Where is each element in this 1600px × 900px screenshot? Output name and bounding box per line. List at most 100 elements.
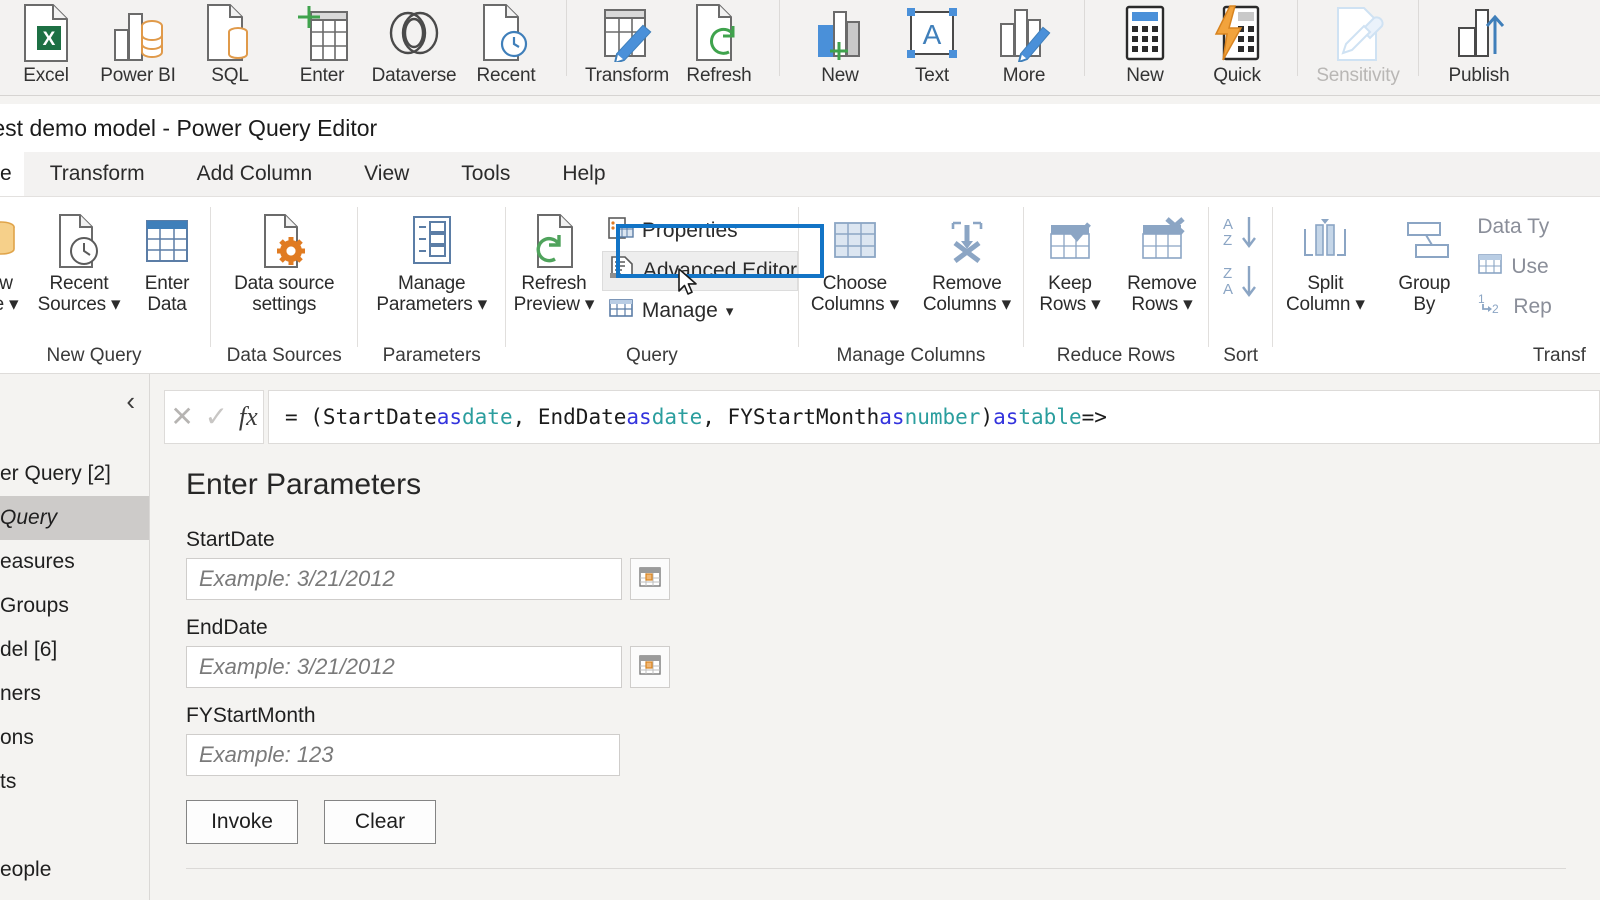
enter-data-grid-icon: [141, 209, 193, 273]
host-button-sensitivity[interactable]: Sensitivity: [1312, 0, 1404, 92]
queries-item-people[interactable]: eople: [0, 848, 149, 892]
ribbon-row-properties[interactable]: Properties: [602, 211, 798, 251]
ribbon-button-new-source[interactable]: we ▾: [0, 203, 34, 316]
ribbon-button-data-source-settings[interactable]: Data source settings: [214, 203, 354, 316]
ribbon-button-recent-sources[interactable]: Recent Sources ▾: [34, 203, 124, 316]
host-button-refresh[interactable]: Refresh: [673, 0, 765, 92]
host-button-new-visual[interactable]: New: [794, 0, 886, 92]
clear-button[interactable]: Clear: [324, 800, 436, 844]
ribbon-button-split-column[interactable]: Split Column ▾: [1273, 203, 1377, 316]
ribbon-row-label: Advanced Editor: [642, 259, 798, 282]
ribbon-button-enter-data[interactable]: Enter Data: [124, 203, 210, 316]
ribbon-divider: [1084, 0, 1085, 76]
publish-upload-icon: [1453, 2, 1505, 64]
host-button-enter-data[interactable]: Enter: [276, 0, 368, 92]
window-title: test demo model - Power Query Editor: [0, 114, 378, 141]
formula-bar: ✕ ✓ fx = (StartDate as date, EndDate as …: [164, 388, 1600, 446]
host-button-label: Recent: [476, 65, 536, 86]
cancel-x-icon[interactable]: ✕: [170, 403, 193, 431]
host-button-quick-measure[interactable]: Quick: [1191, 0, 1283, 92]
query-item-label: er Query [2]: [0, 462, 111, 485]
ribbon-button-remove-columns[interactable]: Remove Columns ▾: [911, 203, 1023, 316]
ribbon-button-group-by[interactable]: Group By: [1377, 203, 1471, 316]
host-button-dataverse[interactable]: Dataverse: [368, 0, 460, 92]
enddate-calendar-button[interactable]: [630, 646, 670, 688]
host-button-sql[interactable]: SQL: [184, 0, 276, 92]
ribbon-button-label: Manage Parameters ▾: [376, 273, 487, 316]
ribbon-button-keep-rows[interactable]: Keep Rows ▾: [1024, 203, 1116, 316]
host-button-new-measure[interactable]: New: [1099, 0, 1191, 92]
ribbon-button-manage-parameters[interactable]: Manage Parameters ▾: [362, 203, 502, 316]
query-item-label: easures: [0, 550, 75, 573]
ribbon-button-choose-columns[interactable]: Choose Columns ▾: [799, 203, 911, 316]
formula-token: = (StartDate: [285, 405, 437, 429]
formula-input[interactable]: = (StartDate as date, EndDate as date, F…: [268, 390, 1600, 444]
invoke-button[interactable]: Invoke: [186, 800, 298, 844]
queries-item-measures[interactable]: easures: [0, 540, 149, 584]
ribbon-row-data-type[interactable]: Data Ty: [1471, 207, 1562, 247]
tab-home[interactable]: e: [0, 152, 24, 196]
power-query-editor-title-bar: test demo model - Power Query Editor: [0, 104, 1600, 152]
formula-token: table: [1018, 405, 1082, 429]
queries-group-power-query[interactable]: er Query [2]: [0, 452, 149, 496]
group-by-icon: [1396, 209, 1452, 273]
svg-text:Z: Z: [1223, 265, 1232, 282]
tab-tools[interactable]: Tools: [435, 152, 536, 196]
queries-item-products[interactable]: ts: [0, 760, 149, 804]
host-button-more-visuals[interactable]: More: [978, 0, 1070, 92]
ribbon-group-new-query: we ▾ RecentSources ▾ EnterData New Query: [0, 197, 210, 373]
remove-columns-icon: [939, 209, 995, 273]
power-query-ribbon: we ▾ RecentSources ▾ EnterData New Query: [0, 197, 1600, 374]
ribbon-button-remove-rows[interactable]: Remove Rows ▾: [1116, 203, 1208, 316]
field-row-enddate: Example: 3/21/2012: [186, 646, 886, 688]
host-button-excel[interactable]: X Excel: [0, 0, 92, 92]
startdate-calendar-button[interactable]: [630, 558, 670, 600]
formula-token: as: [879, 405, 905, 429]
host-button-publish[interactable]: Publish: [1433, 0, 1525, 92]
manage-grid-icon: [608, 296, 634, 326]
text-box-icon: A: [905, 2, 959, 64]
tab-transform[interactable]: Transform: [24, 152, 171, 196]
ribbon-button-refresh-preview[interactable]: Refresh Preview ▾: [506, 203, 602, 316]
properties-icon: [608, 216, 634, 246]
svg-text:A: A: [1223, 216, 1233, 233]
sensitivity-label-icon: [1332, 2, 1384, 64]
host-button-label: Power BI: [100, 65, 176, 86]
commit-check-icon[interactable]: ✓: [205, 403, 228, 431]
formula-token: number: [904, 405, 981, 429]
sort-az-icon[interactable]: AZ: [1219, 213, 1263, 256]
ribbon-row-use-first-row-as-headers[interactable]: Use: [1471, 247, 1562, 287]
enddate-input[interactable]: Example: 3/21/2012: [186, 646, 622, 688]
queries-item-partners[interactable]: ners: [0, 672, 149, 716]
ribbon-button-label: Recent Sources ▾: [37, 273, 121, 316]
tab-label: Transform: [49, 162, 145, 185]
tab-add-column[interactable]: Add Column: [171, 152, 339, 196]
collapse-queries-pane-button[interactable]: ‹: [0, 374, 149, 428]
host-button-text-box[interactable]: A Text: [886, 0, 978, 92]
tab-help[interactable]: Help: [536, 152, 631, 196]
keep-rows-icon: [1043, 209, 1097, 273]
queries-item-groups[interactable]: Groups: [0, 584, 149, 628]
power-bi-dataset-icon: [112, 2, 164, 64]
ribbon-row-replace-values[interactable]: 12 Rep: [1471, 287, 1562, 327]
fystartmonth-input[interactable]: Example: 123: [186, 734, 620, 776]
ribbon-group-manage-columns: Choose Columns ▾ Remove Columns ▾ Manage C…: [799, 197, 1023, 373]
chevron-left-icon: ‹: [126, 386, 135, 416]
fx-icon[interactable]: fx: [239, 402, 258, 432]
host-group-insert: New A Text More: [794, 0, 1070, 95]
queries-pane: ‹ er Query [2] Query easures Groups del …: [0, 374, 150, 900]
queries-group-model[interactable]: del [6]: [0, 628, 149, 672]
host-button-power-bi[interactable]: Power BI: [92, 0, 184, 92]
startdate-input[interactable]: Example: 3/21/2012: [186, 558, 622, 600]
formula-token: ): [980, 405, 994, 429]
tab-view[interactable]: View: [338, 152, 435, 196]
refresh-preview-icon: [528, 209, 580, 273]
queries-item-regions[interactable]: ons: [0, 716, 149, 760]
host-button-transform-data[interactable]: Transform: [581, 0, 673, 92]
sort-za-icon[interactable]: ZA: [1219, 262, 1263, 305]
formula-token: as: [436, 405, 463, 429]
query-item-label: ts: [0, 770, 17, 793]
query-item-selected[interactable]: Query: [0, 496, 149, 540]
transform-command-stack: Data Ty Use 12 Rep: [1471, 203, 1562, 327]
host-button-recent[interactable]: Recent: [460, 0, 552, 92]
